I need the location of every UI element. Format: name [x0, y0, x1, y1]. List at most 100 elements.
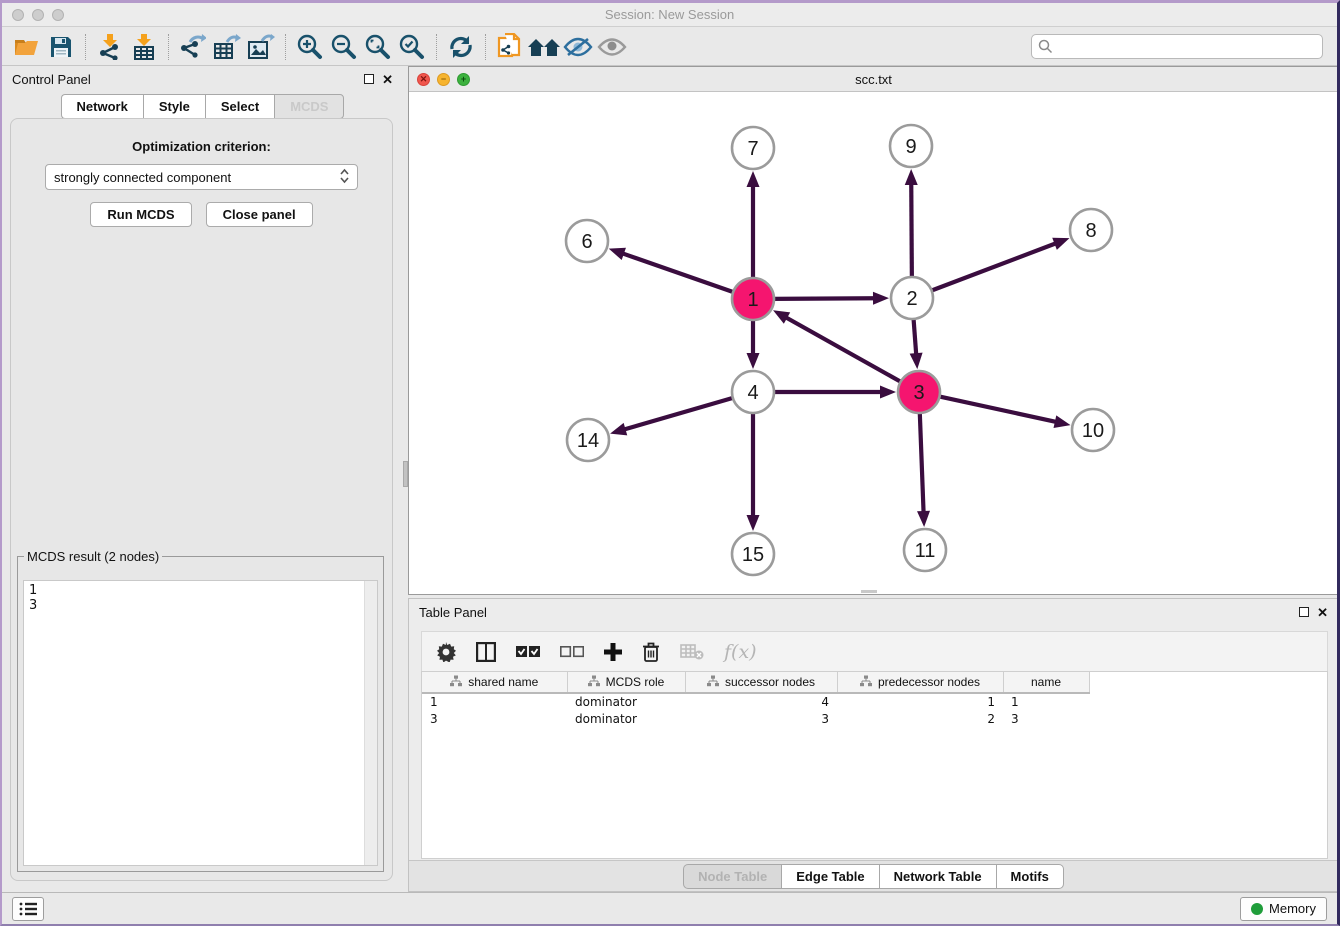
task-list-icon [19, 902, 37, 916]
export-image-icon[interactable] [244, 32, 278, 62]
criterion-dropdown[interactable]: strongly connected component [45, 164, 358, 190]
search-input[interactable] [1031, 34, 1323, 59]
import-table-icon[interactable] [127, 32, 161, 62]
graph-node-label-1: 1 [747, 289, 758, 311]
cell-predecessor-nodes[interactable]: 1 [837, 693, 1003, 710]
column-header-name[interactable]: name [1003, 672, 1089, 693]
cell-shared-name[interactable]: 1 [422, 693, 567, 710]
network-view-window: ✕ − + scc.txt 7968124314101511 [408, 66, 1339, 595]
canvas-resize-handle[interactable] [861, 590, 877, 593]
tab-edge-table[interactable]: Edge Table [781, 864, 878, 889]
graph-edge-3-1[interactable] [785, 317, 901, 382]
home-ndex-icon[interactable] [527, 32, 561, 62]
close-table-panel-icon[interactable]: ✕ [1317, 606, 1328, 619]
graph-node-label-11: 11 [915, 540, 936, 562]
unselect-all-icon[interactable] [560, 645, 584, 659]
attribute-icon [860, 675, 872, 690]
result-scrollbar[interactable] [364, 581, 377, 865]
memory-button[interactable]: Memory [1240, 897, 1327, 921]
open-session-icon[interactable] [10, 32, 44, 62]
dropdown-stepper-icon [340, 168, 349, 187]
graph-arrowhead-3-11 [917, 511, 930, 527]
float-table-panel-icon[interactable] [1299, 607, 1309, 617]
zoom-in-icon[interactable] [293, 32, 327, 62]
graph-edge-1-6[interactable] [622, 253, 734, 292]
cell-name[interactable]: 3 [1003, 710, 1089, 727]
control-panel-title: Control Panel [12, 72, 91, 87]
tab-network[interactable]: Network [61, 94, 143, 119]
hide-selected-icon[interactable] [561, 32, 595, 62]
export-network-icon[interactable] [176, 32, 210, 62]
criterion-value: strongly connected component [54, 170, 231, 185]
save-session-icon[interactable] [44, 32, 78, 62]
cell-predecessor-nodes[interactable]: 2 [837, 710, 1003, 727]
close-panel-button[interactable]: Close panel [206, 202, 313, 227]
tab-select[interactable]: Select [205, 94, 274, 119]
memory-status-icon [1251, 903, 1263, 915]
zoom-fit-icon[interactable] [361, 32, 395, 62]
tab-mcds[interactable]: MCDS [274, 94, 344, 119]
cell-MCDS-role[interactable]: dominator [567, 710, 685, 727]
table-row[interactable]: 3dominator323 [422, 710, 1089, 727]
show-all-icon[interactable] [595, 32, 629, 62]
show-column-icon[interactable] [476, 642, 496, 662]
column-header-MCDS-role[interactable]: MCDS role [567, 672, 685, 693]
memory-label: Memory [1269, 901, 1316, 916]
run-mcds-button[interactable]: Run MCDS [90, 202, 191, 227]
cell-shared-name[interactable]: 3 [422, 710, 567, 727]
table-body: 1dominator4113dominator323 [422, 693, 1089, 727]
graph-edge-2-8[interactable] [931, 243, 1057, 291]
graph-node-label-3: 3 [913, 382, 924, 404]
add-column-icon[interactable] [604, 643, 622, 661]
cell-MCDS-role[interactable]: dominator [567, 693, 685, 710]
table-panel-title: Table Panel [419, 605, 487, 620]
cell-successor-nodes[interactable]: 3 [685, 710, 837, 727]
graph-arrowhead-2-9 [905, 169, 918, 185]
cell-name[interactable]: 1 [1003, 693, 1089, 710]
graph-node-label-10: 10 [1082, 420, 1104, 442]
graph-edge-3-11[interactable] [920, 412, 924, 513]
zoom-out-icon[interactable] [327, 32, 361, 62]
graph-arrowhead-4-3 [880, 386, 896, 399]
network-canvas[interactable]: 7968124314101511 [409, 92, 1338, 594]
mcds-result-text[interactable]: 1 3 [23, 580, 378, 866]
graph-edge-2-9[interactable] [911, 183, 912, 278]
column-header-predecessor-nodes[interactable]: predecessor nodes [837, 672, 1003, 693]
graph-edge-1-2[interactable] [773, 298, 875, 299]
import-network-icon[interactable] [93, 32, 127, 62]
table-panel-header: Table Panel ✕ [409, 599, 1338, 625]
task-history-button[interactable] [12, 897, 44, 921]
graph-node-label-4: 4 [747, 382, 758, 404]
table-row[interactable]: 1dominator411 [422, 693, 1089, 710]
graph-edge-2-3[interactable] [913, 318, 916, 355]
toolbar-separator [436, 34, 437, 60]
clone-network-icon[interactable] [493, 32, 527, 62]
network-graph[interactable]: 7968124314101511 [409, 92, 1338, 594]
mcds-result-title: MCDS result (2 nodes) [24, 549, 162, 564]
settings-gear-icon[interactable] [436, 642, 456, 662]
close-panel-icon[interactable]: ✕ [382, 73, 393, 86]
attribute-icon [588, 675, 600, 690]
column-header-successor-nodes[interactable]: successor nodes [685, 672, 837, 693]
graph-arrowhead-4-14 [610, 423, 627, 435]
tab-network-table[interactable]: Network Table [879, 864, 996, 889]
node-table[interactable]: shared nameMCDS rolesuccessor nodesprede… [421, 671, 1328, 859]
refresh-view-icon[interactable] [444, 32, 478, 62]
graph-edge-4-14[interactable] [624, 398, 734, 430]
tab-style[interactable]: Style [143, 94, 205, 119]
select-all-check-icon[interactable] [516, 645, 540, 659]
window-title: Session: New Session [2, 7, 1337, 22]
cell-successor-nodes[interactable]: 4 [685, 693, 837, 710]
tab-motifs[interactable]: Motifs [996, 864, 1064, 889]
tab-node-table[interactable]: Node Table [683, 864, 781, 889]
network-window-titlebar[interactable]: ✕ − + scc.txt [409, 67, 1338, 92]
attribute-icon [450, 675, 462, 690]
control-panel: Control Panel ✕ NetworkStyleSelectMCDS O… [2, 66, 403, 895]
float-panel-icon[interactable] [364, 74, 374, 84]
zoom-selected-icon[interactable] [395, 32, 429, 62]
export-table-icon[interactable] [210, 32, 244, 62]
graph-edge-3-10[interactable] [939, 396, 1057, 422]
delete-column-icon[interactable] [642, 642, 660, 662]
graph-arrowhead-1-2 [873, 292, 889, 305]
column-header-shared-name[interactable]: shared name [422, 672, 567, 693]
